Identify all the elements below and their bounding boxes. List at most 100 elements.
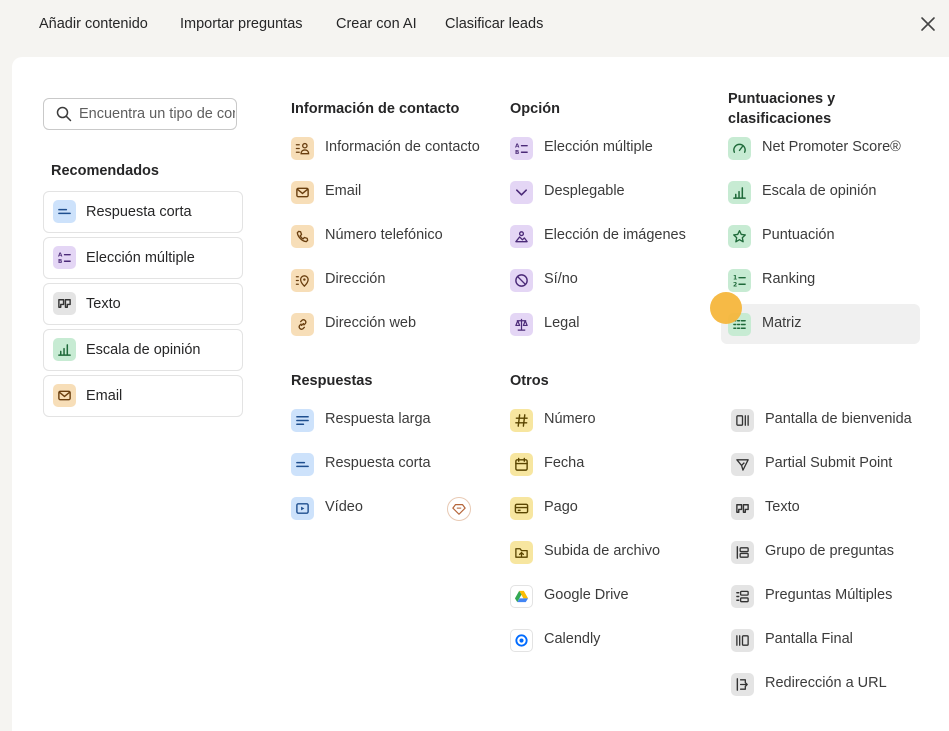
- item-label: Sí/no: [544, 271, 578, 287]
- multiple-choice-icon: AB: [510, 137, 533, 160]
- contact-card-icon: [291, 137, 314, 160]
- item-phone[interactable]: Número telefónico: [291, 216, 491, 256]
- recommended-item-short-text[interactable]: Respuesta corta: [43, 191, 243, 233]
- gauge-icon: [728, 137, 751, 160]
- item-dropdown[interactable]: Desplegable: [510, 172, 710, 212]
- question-group-icon: [731, 541, 754, 564]
- item-short-text[interactable]: Respuesta corta: [291, 444, 491, 484]
- item-email[interactable]: Email: [291, 172, 491, 212]
- item-address[interactable]: Dirección: [291, 260, 491, 300]
- bar-chart-icon: [728, 181, 751, 204]
- hash-icon: [510, 409, 533, 432]
- item-label: Pago: [544, 499, 578, 515]
- item-file-upload[interactable]: Subida de archivo: [510, 532, 710, 572]
- recommended-item-text[interactable]: Texto: [43, 283, 243, 325]
- google-drive-icon: [510, 585, 533, 608]
- item-contact-info[interactable]: Información de contacto: [291, 128, 491, 168]
- item-label: Calendly: [544, 631, 601, 647]
- item-label: Respuesta corta: [325, 455, 431, 471]
- quote-icon: [53, 292, 76, 315]
- svg-text:A: A: [515, 144, 520, 150]
- item-label: Elección múltiple: [544, 139, 653, 155]
- item-number[interactable]: Número: [510, 400, 710, 440]
- item-label: Número: [544, 411, 596, 427]
- item-label: Redirección a URL: [765, 675, 887, 691]
- item-google-drive[interactable]: Google Drive: [510, 576, 710, 616]
- recommended-item-label: Respuesta corta: [86, 204, 192, 220]
- recommended-item-email[interactable]: Email: [43, 375, 243, 417]
- item-long-text[interactable]: Respuesta larga: [291, 400, 491, 440]
- item-label: Google Drive: [544, 587, 629, 603]
- item-label: Partial Submit Point: [765, 455, 893, 471]
- item-label: Fecha: [544, 455, 585, 471]
- svg-text:A: A: [58, 253, 63, 259]
- tab-create-with-ai[interactable]: Crear con AI: [336, 16, 417, 32]
- item-partial-submit[interactable]: Partial Submit Point: [731, 444, 921, 484]
- svg-text:2: 2: [733, 282, 737, 288]
- contact-heading: Información de contacto: [291, 101, 460, 117]
- item-label: Puntuación: [762, 227, 835, 243]
- yes-no-icon: [510, 269, 533, 292]
- recommended-item-opinion-scale[interactable]: Escala de opinión: [43, 329, 243, 371]
- answers-heading: Respuestas: [291, 373, 373, 389]
- item-image-choice[interactable]: Elección de imágenes: [510, 216, 710, 256]
- item-date[interactable]: Fecha: [510, 444, 710, 484]
- item-legal[interactable]: Legal: [510, 304, 710, 344]
- link-icon: [291, 313, 314, 336]
- scales-icon: [510, 313, 533, 336]
- item-multiple-choice[interactable]: AB Elección múltiple: [510, 128, 710, 168]
- others-heading: Otros: [510, 373, 549, 389]
- item-welcome-screen[interactable]: Pantalla de bienvenida: [731, 400, 921, 440]
- recommended-item-label: Email: [86, 388, 123, 404]
- tab-add-content[interactable]: Añadir contenido: [39, 16, 148, 32]
- short-text-icon: [53, 200, 76, 223]
- location-pin-icon: [291, 269, 314, 292]
- star-icon: [728, 225, 751, 248]
- close-icon[interactable]: [919, 15, 937, 33]
- bar-chart-icon: [53, 338, 76, 361]
- item-question-group[interactable]: Grupo de preguntas: [731, 532, 921, 572]
- long-text-icon: [291, 409, 314, 432]
- item-video[interactable]: Vídeo: [291, 488, 441, 528]
- item-label: Elección de imágenes: [544, 227, 686, 243]
- item-nps[interactable]: Net Promoter Score®: [728, 128, 918, 168]
- item-label: Grupo de preguntas: [765, 543, 894, 559]
- item-label: Pantalla de bienvenida: [765, 411, 912, 427]
- cursor-indicator: [710, 292, 742, 324]
- ratings-heading: Puntuaciones y clasificaciones: [728, 91, 836, 127]
- welcome-screen-icon: [731, 409, 754, 432]
- redirect-icon: [731, 673, 754, 696]
- search-input[interactable]: [79, 99, 235, 129]
- item-website[interactable]: Dirección web: [291, 304, 491, 344]
- recommended-item-multiple-choice[interactable]: AB Elección múltiple: [43, 237, 243, 279]
- item-statement[interactable]: Texto: [731, 488, 921, 528]
- item-redirect-url[interactable]: Redirección a URL: [731, 664, 921, 704]
- item-label: Subida de archivo: [544, 543, 661, 559]
- credit-card-icon: [510, 497, 533, 520]
- item-payment[interactable]: Pago: [510, 488, 710, 528]
- item-yes-no[interactable]: Sí/no: [510, 260, 710, 300]
- item-rating[interactable]: Puntuación: [728, 216, 918, 256]
- top-bar: Añadir contenido Importar preguntas Crea…: [0, 0, 949, 48]
- item-label: Información de contacto: [325, 139, 480, 155]
- chevron-down-icon: [510, 181, 533, 204]
- svg-text:B: B: [58, 259, 62, 265]
- tab-import-questions[interactable]: Importar preguntas: [180, 16, 303, 32]
- upload-icon: [510, 541, 533, 564]
- item-opinion-scale[interactable]: Escala de opinión: [728, 172, 918, 212]
- recommended-item-label: Elección múltiple: [86, 250, 195, 266]
- recommended-item-label: Texto: [86, 296, 121, 312]
- item-label: Respuesta larga: [325, 411, 431, 427]
- item-calendly[interactable]: Calendly: [510, 620, 710, 660]
- item-multi-question[interactable]: Preguntas Múltiples: [731, 576, 921, 616]
- multiple-choice-icon: AB: [53, 246, 76, 269]
- search-box[interactable]: [43, 98, 237, 130]
- item-label: Pantalla Final: [765, 631, 853, 647]
- item-ranking[interactable]: 12 Ranking: [728, 260, 918, 300]
- item-matrix[interactable]: Matriz: [721, 304, 920, 344]
- item-label: Email: [325, 183, 362, 199]
- quote-icon: [731, 497, 754, 520]
- item-label: Número telefónico: [325, 227, 443, 243]
- item-end-screen[interactable]: Pantalla Final: [731, 620, 921, 660]
- tab-classify-leads[interactable]: Clasificar leads: [445, 16, 543, 32]
